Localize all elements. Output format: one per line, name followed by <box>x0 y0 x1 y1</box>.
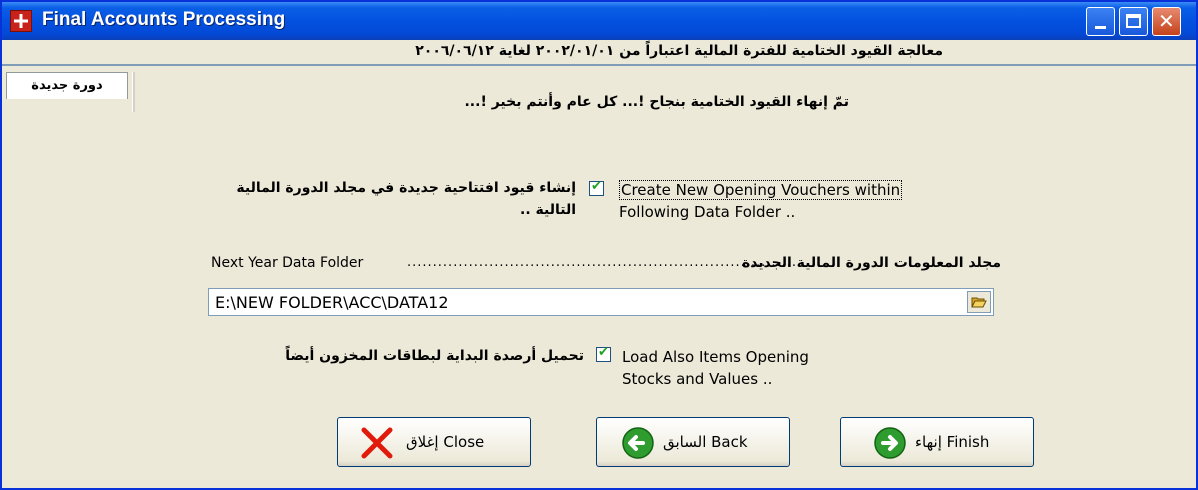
load-items-label-ar: تحميل أرصدة البداية لبطاقات المخزون أيضا… <box>285 348 584 364</box>
create-vouchers-checkbox[interactable] <box>589 179 604 196</box>
maximize-icon <box>1126 14 1141 28</box>
title-bar[interactable]: Final Accounts Processing ✕ <box>2 2 1196 40</box>
finish-button-label: إنهاء Finish <box>915 433 990 451</box>
app-icon <box>10 10 32 32</box>
folder-label-row: Next Year Data Folder ..................… <box>211 255 1001 275</box>
final-accounts-window: Final Accounts Processing ✕ معالجة القيو… <box>0 0 1198 490</box>
maximize-button[interactable] <box>1119 7 1148 36</box>
browse-folder-button[interactable] <box>967 291 991 313</box>
finish-button[interactable]: إنهاء Finish <box>840 417 1034 467</box>
period-header: معالجة القيود الختامية للفترة المالية اع… <box>2 40 1196 66</box>
load-items-checkbox[interactable] <box>596 345 611 362</box>
close-window-button[interactable]: ✕ <box>1152 7 1181 36</box>
finish-arrow-icon <box>874 427 906 459</box>
close-button-label: إغلاق Close <box>406 433 485 451</box>
success-message: تمّ إنهاء القيود الختامية بنجاح !... كل … <box>464 94 849 110</box>
data-folder-input[interactable]: E:\NEW FOLDER\ACC\DATA12 <box>208 288 994 316</box>
back-button[interactable]: السابق Back <box>596 417 790 467</box>
folder-open-icon <box>971 297 987 308</box>
back-arrow-icon <box>622 427 654 459</box>
create-vouchers-label-ar: إنشاء قيود افتتاحية جديدة في مجلد الدورة… <box>236 180 576 218</box>
close-button[interactable]: إغلاق Close <box>337 417 531 467</box>
minimize-button[interactable] <box>1086 7 1115 36</box>
create-vouchers-label-en-line2: Following Data Folder .. <box>619 203 796 221</box>
create-vouchers-label-en: Create New Opening Vouchers within Follo… <box>619 179 903 223</box>
load-items-label-en: Load Also Items Opening Stocks and Value… <box>622 346 809 390</box>
tab-divider <box>132 72 135 112</box>
close-x-icon <box>361 427 393 459</box>
load-items-label-en-line1: Load Also Items Opening <box>622 348 809 366</box>
create-vouchers-label-en-line1: Create New Opening Vouchers within <box>619 180 903 200</box>
window-title: Final Accounts Processing <box>42 9 286 30</box>
back-button-label: السابق Back <box>663 433 748 451</box>
folder-label-en: Next Year Data Folder <box>211 255 364 271</box>
close-icon: ✕ <box>1158 9 1175 33</box>
minimize-icon <box>1095 26 1106 29</box>
period-text: معالجة القيود الختامية للفترة المالية اع… <box>415 43 943 59</box>
folder-label-dots: ........................................… <box>407 255 798 270</box>
tab-new-cycle[interactable]: دورة جديدة <box>6 72 128 99</box>
folder-label-ar: مجلد المعلومات الدورة المالية الجديدة <box>741 255 1001 271</box>
load-items-label-en-line2: Stocks and Values .. <box>622 370 773 388</box>
data-folder-path: E:\NEW FOLDER\ACC\DATA12 <box>215 293 449 312</box>
